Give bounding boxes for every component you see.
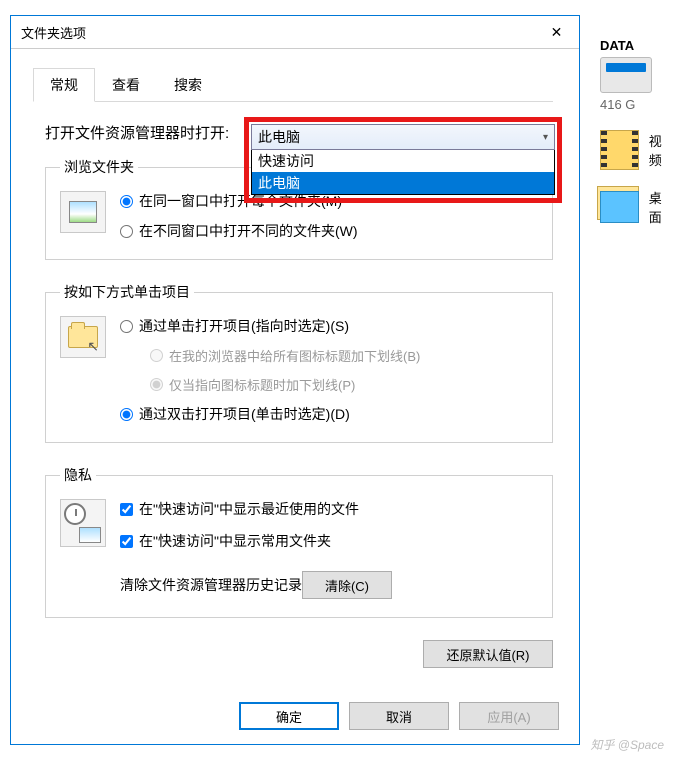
tab-view[interactable]: 查看	[95, 68, 157, 102]
open-explorer-combo[interactable]: 此电脑 ▾	[251, 124, 555, 150]
videos-label: 视频	[649, 131, 674, 169]
radio-underline-hover: 仅当指向图标标题时加下划线(P)	[150, 375, 420, 394]
check-recent-files[interactable]: 在"快速访问"中显示最近使用的文件	[120, 499, 392, 519]
combo-option-quick-access[interactable]: 快速访问	[252, 150, 554, 172]
radio-new-window-input[interactable]	[120, 225, 133, 238]
drive-icon	[600, 57, 652, 93]
ok-button[interactable]: 确定	[239, 702, 339, 730]
browse-icon	[60, 191, 106, 233]
radio-underline-hover-label: 仅当指向图标标题时加下划线(P)	[169, 375, 355, 394]
radio-underline-all: 在我的浏览器中给所有图标标题加下划线(B)	[150, 346, 420, 365]
apply-button[interactable]: 应用(A)	[459, 702, 559, 730]
click-items-group: 按如下方式单击项目 ↖ 通过单击打开项目(指向时选定)(S) 在我的浏览器中给所…	[45, 282, 553, 443]
videos-item[interactable]: 视频	[594, 130, 674, 170]
check-frequent-folders-input[interactable]	[120, 535, 133, 548]
clear-history-label: 清除文件资源管理器历史记录	[120, 575, 302, 595]
close-button[interactable]: ✕	[534, 16, 579, 49]
radio-single-click[interactable]: 通过单击打开项目(指向时选定)(S)	[120, 316, 420, 336]
radio-underline-all-input	[150, 349, 163, 362]
close-icon: ✕	[551, 24, 563, 41]
clear-button[interactable]: 清除(C)	[302, 571, 392, 599]
desktop-item[interactable]: 桌面	[594, 188, 674, 226]
radio-double-click[interactable]: 通过双击打开项目(单击时选定)(D)	[120, 404, 420, 424]
radio-underline-all-label: 在我的浏览器中给所有图标标题加下划线(B)	[169, 346, 420, 365]
browse-legend: 浏览文件夹	[60, 157, 138, 177]
radio-underline-hover-input	[150, 378, 163, 391]
folder-options-dialog: 文件夹选项 ✕ 常规 查看 搜索 打开文件资源管理器时打开: 浏览文件夹 在同一…	[10, 15, 580, 745]
radio-same-window-input[interactable]	[120, 195, 133, 208]
watermark: 知乎 @Space	[590, 736, 664, 753]
click-legend: 按如下方式单击项目	[60, 282, 194, 302]
radio-double-click-input[interactable]	[120, 408, 133, 421]
background-explorer: DATA 416 G 视频 桌面	[594, 0, 674, 244]
privacy-icon	[60, 499, 106, 547]
video-icon	[600, 130, 639, 170]
desktop-label: 桌面	[649, 188, 674, 226]
cancel-button[interactable]: 取消	[349, 702, 449, 730]
titlebar: 文件夹选项 ✕	[11, 16, 579, 49]
radio-single-click-input[interactable]	[120, 320, 133, 333]
combo-dropdown-list: 快速访问 此电脑	[251, 150, 555, 195]
check-recent-files-input[interactable]	[120, 503, 133, 516]
radio-single-click-label: 通过单击打开项目(指向时选定)(S)	[139, 316, 349, 336]
check-recent-files-label: 在"快速访问"中显示最近使用的文件	[139, 499, 359, 519]
check-frequent-folders[interactable]: 在"快速访问"中显示常用文件夹	[120, 531, 392, 551]
chevron-down-icon: ▾	[543, 132, 548, 143]
tab-search[interactable]: 搜索	[157, 68, 219, 102]
combo-option-this-pc[interactable]: 此电脑	[252, 172, 554, 194]
cursor-icon: ↖	[87, 338, 99, 355]
open-explorer-combo-wrap: 此电脑 ▾ 快速访问 此电脑	[251, 124, 555, 195]
radio-new-window[interactable]: 在不同窗口中打开不同的文件夹(W)	[120, 221, 358, 241]
desktop-icon	[600, 191, 639, 223]
drive-item[interactable]: DATA 416 G	[594, 38, 674, 112]
privacy-group: 隐私 在"快速访问"中显示最近使用的文件 在"快速访问"中显示常用文件夹 清	[45, 465, 553, 618]
open-explorer-label: 打开文件资源管理器时打开:	[45, 122, 229, 143]
radio-double-click-label: 通过双击打开项目(单击时选定)(D)	[139, 404, 350, 424]
drive-label: DATA	[600, 38, 634, 53]
click-icon: ↖	[60, 316, 106, 358]
privacy-legend: 隐私	[60, 465, 96, 485]
tab-strip: 常规 查看 搜索	[33, 67, 553, 102]
drive-sublabel: 416 G	[600, 97, 635, 112]
combo-selected-text: 此电脑	[258, 127, 300, 147]
radio-new-window-label: 在不同窗口中打开不同的文件夹(W)	[139, 221, 358, 241]
restore-defaults-button[interactable]: 还原默认值(R)	[423, 640, 553, 668]
dialog-buttons: 确定 取消 应用(A)	[239, 702, 559, 730]
dialog-title: 文件夹选项	[21, 23, 86, 42]
tab-general[interactable]: 常规	[33, 68, 95, 102]
check-frequent-folders-label: 在"快速访问"中显示常用文件夹	[139, 531, 331, 551]
